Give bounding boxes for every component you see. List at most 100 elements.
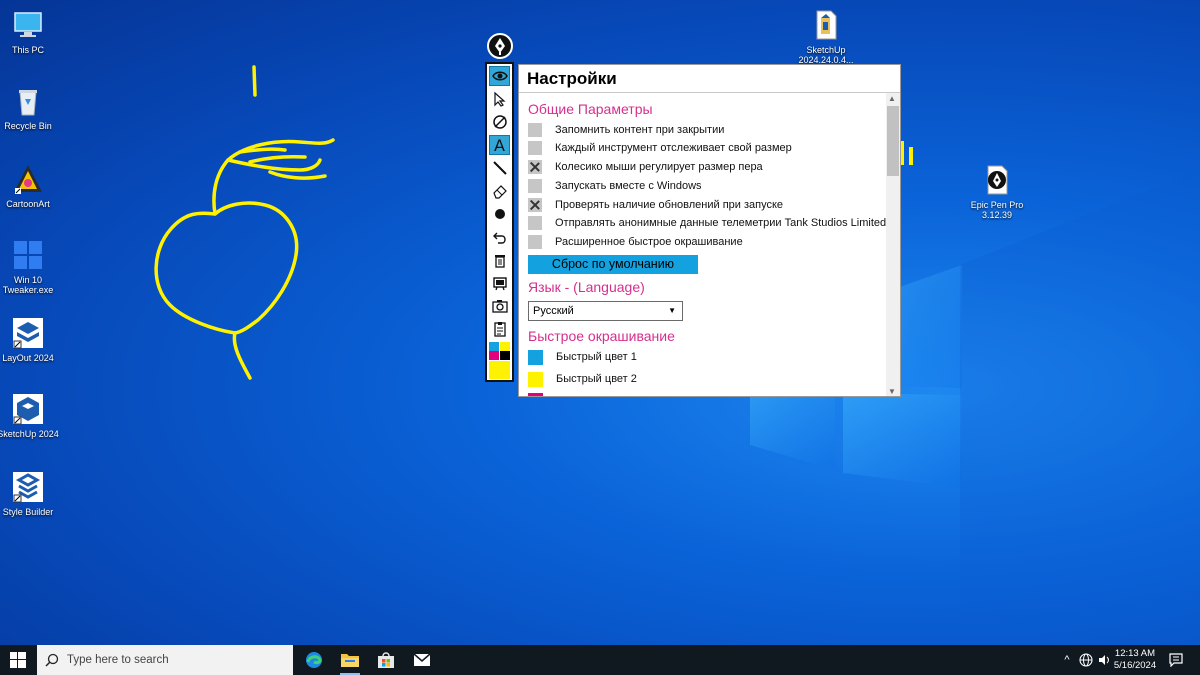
pen-nib-icon [495,38,505,55]
current-color-icon[interactable] [489,361,510,379]
settings-panel: Настройки Общие Параметры Запомнить конт… [518,64,901,397]
quick-color-1[interactable]: Быстрый цвет 1 [528,349,637,365]
checkbox-checked[interactable] [528,160,542,174]
epic-pen-toolbar: A [485,62,514,382]
desktop-icon-label: CartoonArt [6,199,50,209]
eye-icon[interactable] [489,66,510,86]
option-label: Расширенное быстрое окрашивание [555,236,743,248]
color-swatch[interactable] [528,349,543,365]
quick-color-label: Быстрый цвет 2 [556,373,637,385]
desktop-icon-style-builder[interactable]: Style Builder [0,470,60,517]
desktop-icon-label: Epic Pen Pro 3.12.39 [970,200,1024,220]
checkbox-checked[interactable] [528,198,542,212]
line-icon[interactable] [489,158,510,178]
option-remember-content[interactable]: Запомнить контент при закрытии [528,122,724,138]
quick-color-label: Быстрый цвет 1 [556,351,637,363]
pointer-icon[interactable] [489,89,510,109]
option-label: Запомнить контент при закрытии [555,124,725,136]
option-tool-size[interactable]: Каждый инструмент отслеживает свой разме… [528,140,792,156]
desktop-icon-this-pc[interactable]: This PC [0,8,60,55]
epic-pen-logo-button[interactable] [487,33,513,59]
text-icon[interactable]: A [489,135,510,155]
undo-icon[interactable] [489,227,510,247]
epic-pen-icon [980,163,1014,197]
computer-icon [11,8,45,42]
sketchup-icon [11,392,45,426]
desktop-icon-label: SketchUp 2024.24.0.4... [798,45,854,65]
chevron-up-icon[interactable]: ▲ [888,94,896,103]
desktop-icon-sketchup-installer[interactable]: SketchUp 2024.24.0.4... [794,8,858,65]
style-builder-icon [11,470,45,504]
chevron-up-icon[interactable]: ^ [1060,645,1074,675]
desktop-icon-label: Recycle Bin [4,121,52,131]
desktop-icon-label: LayOut 2024 [2,353,54,363]
language-select[interactable]: Русский ▼ [528,301,683,321]
win10-tweaker-icon [11,238,45,272]
quick-color-3-partial[interactable] [528,393,543,396]
desktop-icon-label: Style Builder [2,507,54,517]
option-advanced-quick-color[interactable]: Расширенное быстрое окрашивание [528,234,743,250]
option-check-updates[interactable]: Проверять наличие обновлений при запуске [528,197,783,213]
start-button[interactable] [0,645,36,675]
option-start-with-windows[interactable]: Запускать вместе с Windows [528,178,702,194]
color-palette-icon[interactable] [489,342,510,360]
mail-icon[interactable] [404,645,440,675]
desktop-icon-layout-2024[interactable]: LayOut 2024 [0,316,60,363]
chevron-down-icon: ▼ [668,306,676,315]
desktop-icon-label: This PC [11,45,44,55]
whiteboard-icon[interactable] [489,273,510,293]
desktop-icon-win10-tweaker[interactable]: Win 10 Tweaker.exe [0,238,60,295]
option-label: Колесико мыши регулирует размер пера [555,161,763,173]
option-mouse-wheel[interactable]: Колесико мыши регулирует размер пера [528,159,763,175]
file-explorer-icon[interactable] [332,645,368,675]
taskbar-clock[interactable]: 12:13 AM 5/16/2024 [1108,648,1162,672]
section-heading-general: Общие Параметры [528,101,653,117]
recycle-bin-icon [11,84,45,118]
chevron-down-icon[interactable]: ▼ [888,387,896,396]
section-heading-quick-color: Быстрое окрашивание [528,328,675,344]
taskbar-search-box[interactable]: Type here to search [37,645,293,675]
camera-icon[interactable] [489,296,510,316]
windows-icon [10,652,26,668]
option-label: Проверять наличие обновлений при запуске [555,199,784,211]
taskbar: Type here to search ^ 12:13 AM 5/16/2024 [0,645,1200,675]
option-label: Запускать вместе с Windows [555,180,702,192]
desktop-icon-cartoonart[interactable]: CartoonArt [0,162,60,209]
layout-icon [11,316,45,350]
settings-title: Настройки [527,69,617,88]
section-heading-language: Язык - (Language) [528,279,645,295]
notification-icon[interactable] [1166,645,1186,675]
desktop-icon-recycle-bin[interactable]: Recycle Bin [0,84,60,131]
search-icon [45,653,59,667]
edge-icon[interactable] [296,645,332,675]
brush-size-icon[interactable] [489,204,510,224]
color-swatch[interactable] [528,371,543,387]
settings-scrollbar[interactable]: ▲ ▼ [886,93,900,396]
checkbox[interactable] [528,141,542,155]
installer-icon [809,8,843,42]
cartoonart-icon [11,162,45,196]
network-icon[interactable] [1077,645,1095,675]
clock-time: 12:13 AM [1114,648,1156,659]
desktop-icon-label: SketchUp 2024 [0,429,59,439]
checkbox[interactable] [528,179,542,193]
quick-color-2[interactable]: Быстрый цвет 2 [528,371,637,387]
scrollbar-thumb[interactable] [887,106,899,176]
checkbox[interactable] [528,235,542,249]
clock-date: 5/16/2024 [1113,660,1157,671]
pen-icon[interactable] [489,112,510,132]
option-telemetry[interactable]: Отправлять анонимные данные телеметрии T… [528,215,886,231]
reset-defaults-button[interactable]: Сброс по умолчанию [528,255,698,274]
desktop-icon-sketchup-2024[interactable]: SketchUp 2024 [0,392,60,439]
checkbox[interactable] [528,123,542,137]
option-label: Каждый инструмент отслеживает свой разме… [555,142,792,154]
eraser-icon[interactable] [489,181,510,201]
divider [519,92,900,93]
desktop-icon-epic-pen-pro[interactable]: Epic Pen Pro 3.12.39 [965,163,1029,220]
store-icon[interactable] [368,645,404,675]
search-placeholder: Type here to search [67,654,169,666]
language-select-value: Русский [533,305,574,317]
checkbox[interactable] [528,216,542,230]
trash-icon[interactable] [489,250,510,270]
clipboard-icon[interactable] [489,319,510,339]
